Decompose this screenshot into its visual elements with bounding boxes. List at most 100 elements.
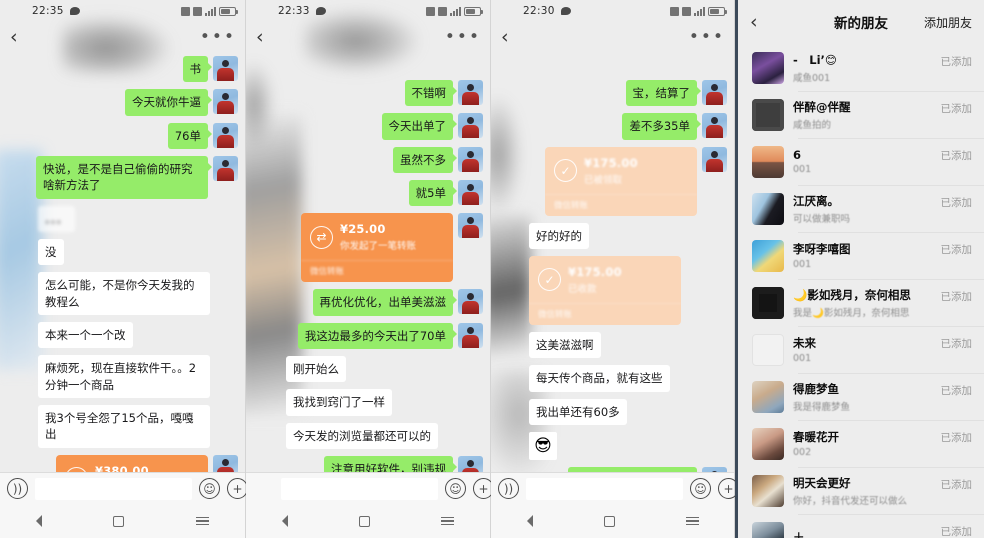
avatar[interactable] xyxy=(458,80,483,105)
chat-bubble[interactable]: 怎么可能，不是你今天发我的教程么 xyxy=(38,272,210,315)
list-item[interactable]: 明天会更好 你好，抖音代发还可以做么 已添加 xyxy=(738,467,984,514)
chat-bubble[interactable]: 麻烦死，现在直接软件干。。2分钟一个商品 xyxy=(38,355,210,398)
chat-bubble[interactable]: 再优化优化，出单美滋滋 xyxy=(312,289,457,316)
friend-name: 未来 xyxy=(793,336,816,350)
home-square-icon[interactable] xyxy=(113,515,125,527)
status-badge: 已添加 xyxy=(940,526,973,538)
message-input[interactable] xyxy=(35,477,192,500)
avatar[interactable] xyxy=(458,113,483,139)
avatar[interactable] xyxy=(213,89,238,115)
avatar[interactable] xyxy=(752,380,784,413)
menu-lines-icon[interactable] xyxy=(685,516,699,526)
emoji-icon[interactable]: ☺ xyxy=(690,478,711,499)
avatar[interactable] xyxy=(213,122,238,148)
status-badge: 已添加 xyxy=(940,150,973,162)
avatar[interactable] xyxy=(752,286,784,319)
more-options-icon[interactable]: ••• xyxy=(200,27,236,47)
avatar[interactable] xyxy=(458,322,483,348)
emoji-icon[interactable]: ☺ xyxy=(445,478,466,499)
transfer-card[interactable]: ✓ ¥175.00 已收款 微信转账 xyxy=(529,255,681,325)
chat-bubble[interactable]: 没 xyxy=(38,238,64,266)
more-options-icon[interactable]: ••• xyxy=(689,27,725,47)
chat-bubble[interactable]: 76单 xyxy=(167,122,213,149)
chat-bubble[interactable]: 每天传个商品，就有这些 xyxy=(529,365,670,392)
list-item[interactable]: 春暖花开 002 已添加 xyxy=(738,420,984,467)
chat-bubble[interactable]: 这美滋滋啊 xyxy=(529,331,601,359)
chat-bubble[interactable]: 就5单 xyxy=(408,179,458,207)
avatar[interactable] xyxy=(458,146,483,172)
avatar[interactable] xyxy=(752,192,784,225)
chat-bubble[interactable]: 我找到窍门了一样 xyxy=(286,389,392,416)
avatar[interactable] xyxy=(752,333,784,366)
message-input[interactable] xyxy=(281,477,438,500)
chat-bubble[interactable]: 我3个号全怨了15个品，嘎嘎出 xyxy=(38,404,210,448)
chat-bubble[interactable]: 不错啊 xyxy=(404,80,457,107)
chat-bubble[interactable]: 差不多35单 xyxy=(622,113,701,140)
plus-icon[interactable]: + xyxy=(227,478,246,499)
avatar[interactable] xyxy=(458,289,483,315)
chat-bubble[interactable]: 好的好的 xyxy=(529,222,589,249)
list-item[interactable]: 伴醉@伴醒 咸鱼拍的 已添加 xyxy=(738,91,984,138)
list-item[interactable]: ＋ 已添加 xyxy=(738,514,984,538)
avatar[interactable] xyxy=(752,474,784,507)
chat-bubble[interactable]: 今天出单了 xyxy=(381,113,457,140)
list-item[interactable]: 江厌离。 可以做兼职吗 已添加 xyxy=(738,185,984,232)
avatar[interactable] xyxy=(752,521,784,538)
chat-bubble[interactable]: 书 xyxy=(182,56,212,83)
avatar[interactable] xyxy=(752,239,784,272)
transfer-card[interactable]: ✓ ¥175.00 已被领取 微信转账 xyxy=(545,146,697,216)
list-item[interactable]: 得鹿梦鱼 我是得鹿梦鱼 已添加 xyxy=(738,373,984,420)
list-item[interactable]: 李呀李嘻图 001 已添加 xyxy=(738,232,984,279)
back-icon[interactable]: ‹ xyxy=(750,12,758,32)
avatar[interactable] xyxy=(213,56,238,81)
chat-bubble[interactable]: 今天发的浏览量都还可以的 xyxy=(286,422,438,449)
plus-icon[interactable]: + xyxy=(718,478,735,499)
list-item[interactable]: - Li’😊 咸鱼001 已添加 xyxy=(738,44,984,91)
voice-icon[interactable]: )) xyxy=(498,478,519,499)
avatar[interactable] xyxy=(752,427,784,460)
message-input[interactable] xyxy=(526,477,683,500)
back-triangle-icon[interactable] xyxy=(281,515,288,527)
avatar[interactable] xyxy=(702,80,727,105)
list-item[interactable]: 🌙影如残月，奈何相思 我是🌙影如残月，奈何相思 已添加 xyxy=(738,279,984,326)
avatar[interactable] xyxy=(702,113,727,139)
more-options-icon[interactable]: ••• xyxy=(445,27,481,47)
back-icon[interactable]: ‹ xyxy=(501,27,509,47)
chat-bubble[interactable]: 我这边最多的今天出了70单 xyxy=(297,322,458,349)
sticker-message[interactable]: 😎 xyxy=(529,431,557,460)
chat-bubble[interactable]: 宝，结算了 xyxy=(625,80,701,107)
chat-bubble[interactable]: 今天就你牛逼 xyxy=(125,89,212,116)
chat-bubble[interactable]: 快说，是不是自己偷偷的研究啥新方法了 xyxy=(36,155,212,199)
signal-icon xyxy=(694,6,705,16)
message-row: ✓ ¥175.00 已收款 微信转账 xyxy=(499,255,727,325)
back-icon[interactable]: ‹ xyxy=(10,27,18,47)
message-row: 😎 xyxy=(499,431,727,460)
avatar[interactable] xyxy=(752,145,784,178)
home-square-icon[interactable] xyxy=(358,515,370,527)
back-icon[interactable]: ‹ xyxy=(256,27,264,47)
plus-icon[interactable]: + xyxy=(473,478,491,499)
avatar[interactable] xyxy=(458,179,483,205)
back-triangle-icon[interactable] xyxy=(526,515,533,527)
transfer-card[interactable]: ⇄ ¥25.00 你发起了一笔转账 微信转账 xyxy=(301,213,453,283)
avatar[interactable] xyxy=(702,146,727,172)
menu-lines-icon[interactable] xyxy=(196,516,210,526)
avatar[interactable] xyxy=(752,51,784,84)
chat-bubble[interactable]: 虽然不多 xyxy=(393,146,457,173)
add-friend-button[interactable]: 添加朋友 xyxy=(924,14,972,31)
home-square-icon[interactable] xyxy=(603,515,615,527)
chat-bubble[interactable]: 我出单还有60多 xyxy=(529,398,627,425)
avatar[interactable] xyxy=(458,213,483,239)
list-item[interactable]: 6 001 已添加 xyxy=(738,138,984,185)
list-item[interactable]: 未来 001 已添加 xyxy=(738,326,984,373)
chat-bubble[interactable]: 本来一个一个改 xyxy=(38,321,133,349)
menu-lines-icon[interactable] xyxy=(441,516,455,526)
message-row: 没 xyxy=(8,238,238,266)
voice-icon[interactable]: )) xyxy=(7,478,28,499)
back-triangle-icon[interactable] xyxy=(35,515,42,527)
avatar[interactable] xyxy=(752,98,784,131)
chat-bubble[interactable]: 刚开始么 xyxy=(286,355,346,383)
emoji-icon[interactable]: ☺ xyxy=(199,478,220,499)
avatar[interactable] xyxy=(213,155,238,181)
chat-bubble[interactable]: 。。。 xyxy=(38,205,75,232)
